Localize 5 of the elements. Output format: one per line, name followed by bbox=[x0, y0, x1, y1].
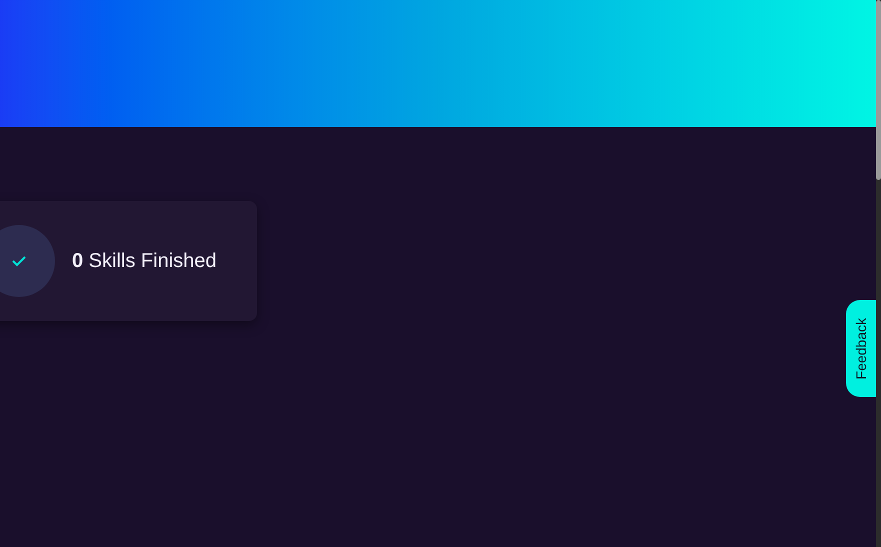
check-icon bbox=[11, 255, 27, 267]
feedback-tab[interactable]: Feedback bbox=[846, 300, 876, 397]
scrollbar[interactable] bbox=[876, 0, 881, 547]
scrollbar-thumb[interactable] bbox=[876, 0, 881, 180]
skills-finished-text: 0 Skills Finished bbox=[72, 249, 217, 274]
